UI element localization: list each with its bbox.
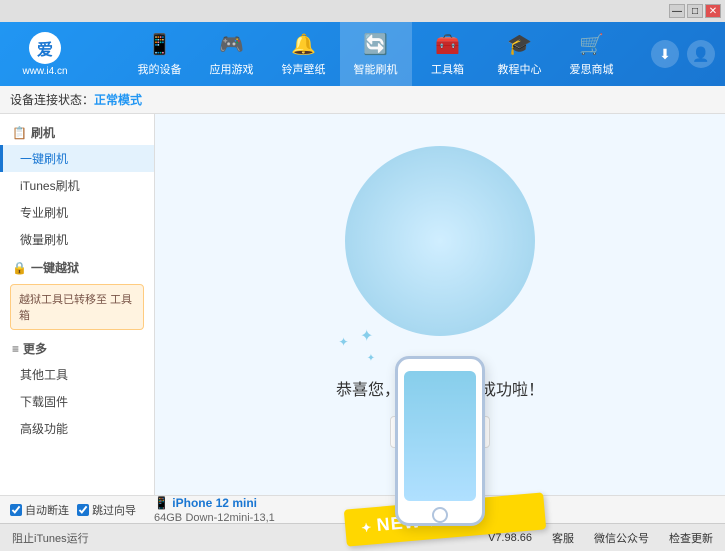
phone-small-icon: 📱 <box>154 496 169 510</box>
nav-my-device[interactable]: 📱 我的设备 <box>124 22 196 86</box>
sidebar-item-itunes[interactable]: iTunes刷机 <box>0 172 154 199</box>
sparkle-1: ✦ <box>360 328 373 345</box>
skip-wizard-checkbox[interactable]: 跳过向导 <box>77 502 136 518</box>
phone-home-button <box>432 507 448 523</box>
device-model: Down-12mini-13,1 <box>185 512 274 524</box>
lock-icon: 🔒 <box>12 261 27 275</box>
my-device-icon: 📱 <box>147 32 172 57</box>
nav-toolbox-label: 工具箱 <box>431 61 464 77</box>
close-button[interactable]: ✕ <box>705 4 721 18</box>
sidebar-section-flash: 📋 刷机 <box>0 118 154 145</box>
flash-section-icon: 📋 <box>12 126 27 140</box>
maximize-button[interactable]: □ <box>687 4 703 18</box>
nav-shop[interactable]: 🛒 爱思商城 <box>556 22 628 86</box>
minimize-button[interactable]: — <box>669 4 685 18</box>
logo-area: 爱 www.i4.cn <box>10 32 80 77</box>
header-right: ⬇ 👤 <box>651 40 715 68</box>
nav-smart-flash[interactable]: 🔄 智能刷机 <box>340 22 412 86</box>
sidebar-item-other-tools[interactable]: 其他工具 <box>0 361 154 388</box>
nav-smart-flash-label: 智能刷机 <box>354 61 398 77</box>
nav-ringtones-label: 铃声壁纸 <box>282 61 326 77</box>
sidebar-item-one-click[interactable]: 一键刷机 <box>0 145 154 172</box>
toolbox-icon: 🧰 <box>435 32 460 57</box>
auto-disconnect-checkbox[interactable]: 自动断连 <box>10 502 69 518</box>
phone-body <box>395 356 485 526</box>
check-update-link[interactable]: 检查更新 <box>669 530 713 546</box>
more-section-label: 更多 <box>23 340 47 357</box>
device-info: 📱 iPhone 12 mini 64GB Down-12mini-13,1 <box>154 496 275 524</box>
user-button[interactable]: 👤 <box>687 40 715 68</box>
nav-apps-label: 应用游戏 <box>210 61 254 77</box>
jailbreak-warning: 越狱工具已转移至 工具箱 <box>10 284 144 330</box>
sidebar-section-jailbreak: 🔒 一键越狱 <box>0 253 154 280</box>
sparkle-2: ✦ <box>367 353 375 364</box>
sidebar-item-pro[interactable]: 专业刷机 <box>0 199 154 226</box>
nav-tutorial-label: 教程中心 <box>498 61 542 77</box>
ringtones-icon: 🔔 <box>291 32 316 57</box>
device-name: iPhone 12 mini <box>172 496 257 510</box>
sidebar-item-advanced[interactable]: 高级功能 <box>0 415 154 442</box>
phone-screen <box>404 371 476 501</box>
status-mode: 正常模式 <box>94 91 142 108</box>
sidebar: 📋 刷机 一键刷机 iTunes刷机 专业刷机 微量刷机 🔒 一键越狱 越狱工具… <box>0 114 155 495</box>
sparkle-3: ✦ <box>338 335 348 349</box>
nav-bar: 📱 我的设备 🎮 应用游戏 🔔 铃声壁纸 🔄 智能刷机 🧰 工具箱 🎓 教程中心… <box>100 22 651 86</box>
content-area: ✦ ✦ ✦ NEW 恭喜您，保资料刷机成功啦！ 确定 查看日志 <box>155 114 725 495</box>
nav-shop-label: 爱思商城 <box>570 61 614 77</box>
nav-ringtones[interactable]: 🔔 铃声壁纸 <box>268 22 340 86</box>
sidebar-item-micro[interactable]: 微量刷机 <box>0 226 154 253</box>
auto-disconnect-label: 自动断连 <box>25 502 69 518</box>
apps-icon: 🎮 <box>219 32 244 57</box>
status-prefix: 设备连接状态： <box>10 91 94 108</box>
device-storage: 64GB <box>154 512 182 524</box>
more-section-icon: ≡ <box>12 342 19 356</box>
header: 爱 www.i4.cn 📱 我的设备 🎮 应用游戏 🔔 铃声壁纸 🔄 智能刷机 … <box>0 22 725 86</box>
status-bar: 设备连接状态： 正常模式 <box>0 86 725 114</box>
nav-my-device-label: 我的设备 <box>138 61 182 77</box>
smart-flash-icon: 🔄 <box>363 32 388 57</box>
title-bar: — □ ✕ <box>0 0 725 22</box>
main-container: 📋 刷机 一键刷机 iTunes刷机 专业刷机 微量刷机 🔒 一键越狱 越狱工具… <box>0 114 725 495</box>
wechat-link[interactable]: 微信公众号 <box>594 530 649 546</box>
sidebar-section-more: ≡ 更多 <box>0 334 154 361</box>
sidebar-item-download-firmware[interactable]: 下载固件 <box>0 388 154 415</box>
nav-tutorial[interactable]: 🎓 教程中心 <box>484 22 556 86</box>
jailbreak-section-label: 一键越狱 <box>31 259 79 276</box>
auto-disconnect-input[interactable] <box>10 504 22 516</box>
logo-subtext: www.i4.cn <box>22 66 67 77</box>
phone-illustration: ✦ ✦ ✦ NEW <box>340 136 540 356</box>
download-button[interactable]: ⬇ <box>651 40 679 68</box>
circle-background <box>345 146 535 336</box>
nav-toolbox[interactable]: 🧰 工具箱 <box>412 22 484 86</box>
skip-wizard-input[interactable] <box>77 504 89 516</box>
logo-icon: 爱 <box>29 32 61 64</box>
skip-wizard-label: 跳过向导 <box>92 502 136 518</box>
flash-section-label: 刷机 <box>31 124 55 141</box>
service-link[interactable]: 客服 <box>552 530 574 546</box>
stop-itunes-button[interactable]: 阻止iTunes运行 <box>12 530 89 546</box>
tutorial-icon: 🎓 <box>507 32 532 57</box>
shop-icon: 🛒 <box>579 32 604 57</box>
nav-apps[interactable]: 🎮 应用游戏 <box>196 22 268 86</box>
